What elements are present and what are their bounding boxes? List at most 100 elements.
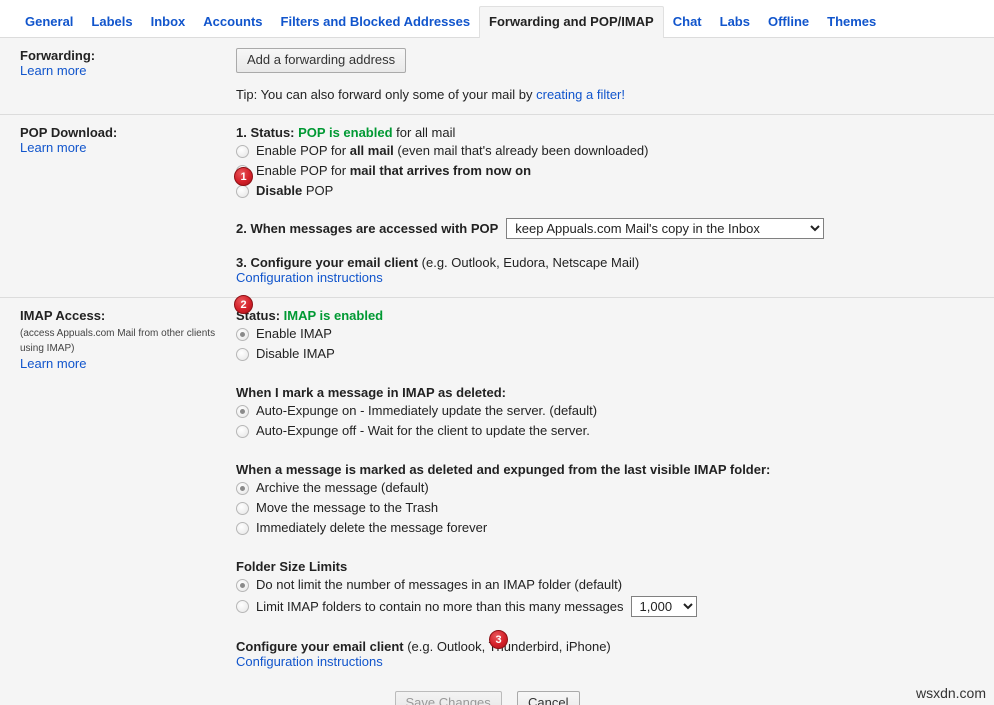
pop-step3-label: 3. Configure your email client [236,255,419,270]
pop-body-col: 1. Status: POP is enabled for all mail E… [236,125,994,285]
imap-deleted-archive[interactable]: Archive the message (default) [236,479,978,497]
imap-expunge-off-label: Auto-Expunge off - Wait for the client t… [256,423,590,438]
pop-option-disable-label: Disable POP [256,182,333,200]
imap-configuration-instructions-link[interactable]: Configuration instructions [236,654,383,669]
opt-prefix: Enable POP for [256,163,350,178]
tab-forwarding-and-pop-imap[interactable]: Forwarding and POP/IMAP [479,6,664,38]
pop-step3-rest: (e.g. Outlook, Eudora, Netscape Mail) [418,255,640,270]
pop-option-all-mail[interactable]: Enable POP for all mail (even mail that'… [236,142,978,160]
pop-option-all-mail-label: Enable POP for all mail (even mail that'… [256,142,649,160]
imap-expunge-off[interactable]: Auto-Expunge off - Wait for the client t… [236,422,978,440]
imap-status-line: Status: IMAP is enabled [236,308,978,323]
settings-tabbar: General Labels Inbox Accounts Filters an… [0,0,994,38]
tab-themes[interactable]: Themes [818,15,885,37]
tab-chat[interactable]: Chat [664,15,711,37]
forwarding-tip-text: Tip: You can also forward only some of y… [236,87,537,102]
cancel-button[interactable]: Cancel [517,691,580,705]
imap-folder-size-heading: Folder Size Limits [236,559,348,574]
pop-status-value: POP is enabled [298,125,393,140]
radio-icon[interactable] [236,600,249,613]
tab-offline[interactable]: Offline [759,15,818,37]
radio-icon[interactable] [236,185,249,198]
imap-expunge-heading: When I mark a message in IMAP as deleted… [236,385,506,400]
imap-deleted-forever-label: Immediately delete the message forever [256,520,488,535]
forwarding-learn-more-link[interactable]: Learn more [20,63,86,78]
radio-icon[interactable] [236,502,249,515]
radio-icon[interactable] [236,328,249,341]
radio-icon[interactable] [236,145,249,158]
imap-learn-more-link[interactable]: Learn more [20,356,86,371]
imap-expunge-on-label: Auto-Expunge on - Immediately update the… [256,403,598,418]
forwarding-tip: Tip: You can also forward only some of y… [236,87,978,102]
pop-step3-row: 3. Configure your email client (e.g. Out… [236,255,978,285]
imap-folder-size-group: Folder Size Limits Do not limit the numb… [236,559,978,617]
radio-icon[interactable] [236,348,249,361]
imap-note: (access Appuals.com Mail from other clie… [20,328,216,354]
pop-configuration-instructions-link[interactable]: Configuration instructions [236,270,383,285]
imap-folder-no-limit-label: Do not limit the number of messages in a… [256,577,623,592]
opt-bold: all mail [349,143,394,158]
tab-general[interactable]: General [16,15,82,37]
annotation-badge-1: 1 [234,167,253,186]
pop-step2-row: 2. When messages are accessed with POP k… [236,218,978,239]
imap-folder-limit[interactable]: Limit IMAP folders to contain no more th… [236,596,978,617]
pop-option-disable[interactable]: Disable POP [236,182,978,200]
tab-inbox[interactable]: Inbox [142,15,195,37]
radio-icon[interactable] [236,482,249,495]
imap-option-enable[interactable]: Enable IMAP [236,325,978,343]
tab-labels[interactable]: Labels [82,15,141,37]
imap-folder-no-limit[interactable]: Do not limit the number of messages in a… [236,576,978,594]
imap-label-col: IMAP Access: (access Appuals.com Mail fr… [0,308,236,705]
radio-icon[interactable] [236,405,249,418]
pop-learn-more-link[interactable]: Learn more [20,140,86,155]
imap-deleted-forever[interactable]: Immediately delete the message forever [236,519,978,537]
forwarding-section: Forwarding: Learn more Add a forwarding … [0,38,994,115]
opt-bold: mail that arrives from now on [349,163,532,178]
annotation-badge-2: 2 [234,295,253,314]
pop-option-from-now-on-label: Enable POP for mail that arrives from no… [256,162,531,180]
tab-accounts[interactable]: Accounts [194,15,271,37]
forwarding-title: Forwarding: [20,48,96,63]
pop-download-section: POP Download: Learn more 1. Status: POP … [0,115,994,298]
imap-expunge-on[interactable]: Auto-Expunge on - Immediately update the… [236,402,978,420]
pop-status-line: 1. Status: POP is enabled for all mail [236,125,978,140]
save-changes-button[interactable]: Save Changes [394,691,502,705]
radio-icon[interactable] [236,579,249,592]
pop-status-prefix: 1. Status: [236,125,299,140]
imap-deleted-trash-label: Move the message to the Trash [256,500,439,515]
imap-expunge-group: When I mark a message in IMAP as deleted… [236,385,978,440]
forwarding-body-col: Add a forwarding address Tip: You can al… [236,48,994,102]
settings-page: APPUALS THE EXPERTS General Labels Inbox… [0,0,994,705]
pop-status-suffix: for all mail [392,125,456,140]
annotation-badge-3: 3 [489,630,508,649]
imap-body-col: Status: IMAP is enabled Enable IMAP Disa… [236,308,994,705]
radio-icon[interactable] [236,522,249,535]
tab-labs[interactable]: Labs [711,15,759,37]
action-buttons-row: Save Changes Cancel [236,691,978,705]
pop-label-col: POP Download: Learn more [0,125,236,285]
imap-configure-label: Configure your email client [236,639,404,654]
imap-deleted-trash[interactable]: Move the message to the Trash [236,499,978,517]
pop-title: POP Download: [20,125,118,140]
pop-access-action-select[interactable]: keep Appuals.com Mail's copy in the Inbo… [506,218,825,239]
imap-deleted-archive-label: Archive the message (default) [256,480,429,495]
imap-option-disable[interactable]: Disable IMAP [236,345,978,363]
opt-prefix: Enable POP for [256,143,350,158]
add-forwarding-address-button[interactable]: Add a forwarding address [236,48,407,73]
imap-option-enable-label: Enable IMAP [256,326,332,341]
imap-configure-row: Configure your email client (e.g. Outloo… [236,639,978,669]
opt-suffix: POP [302,183,334,198]
pop-option-from-now-on[interactable]: Enable POP for mail that arrives from no… [236,162,978,180]
imap-option-disable-label: Disable IMAP [256,346,335,361]
tab-filters-and-blocked-addresses[interactable]: Filters and Blocked Addresses [272,15,480,37]
creating-a-filter-link[interactable]: creating a filter! [536,87,625,102]
imap-folder-limit-label: Limit IMAP folders to contain no more th… [256,598,624,614]
opt-bold: Disable [256,183,303,198]
forwarding-label-col: Forwarding: Learn more [0,48,236,102]
imap-deleted-group: When a message is marked as deleted and … [236,462,978,537]
radio-icon[interactable] [236,425,249,438]
imap-folder-limit-select[interactable]: 1,000 2,000 5,000 10,000 [630,596,697,617]
imap-status-value: IMAP is enabled [283,308,384,323]
opt-suffix: (even mail that's already been downloade… [393,143,649,158]
site-watermark: wsxdn.com [915,685,986,701]
